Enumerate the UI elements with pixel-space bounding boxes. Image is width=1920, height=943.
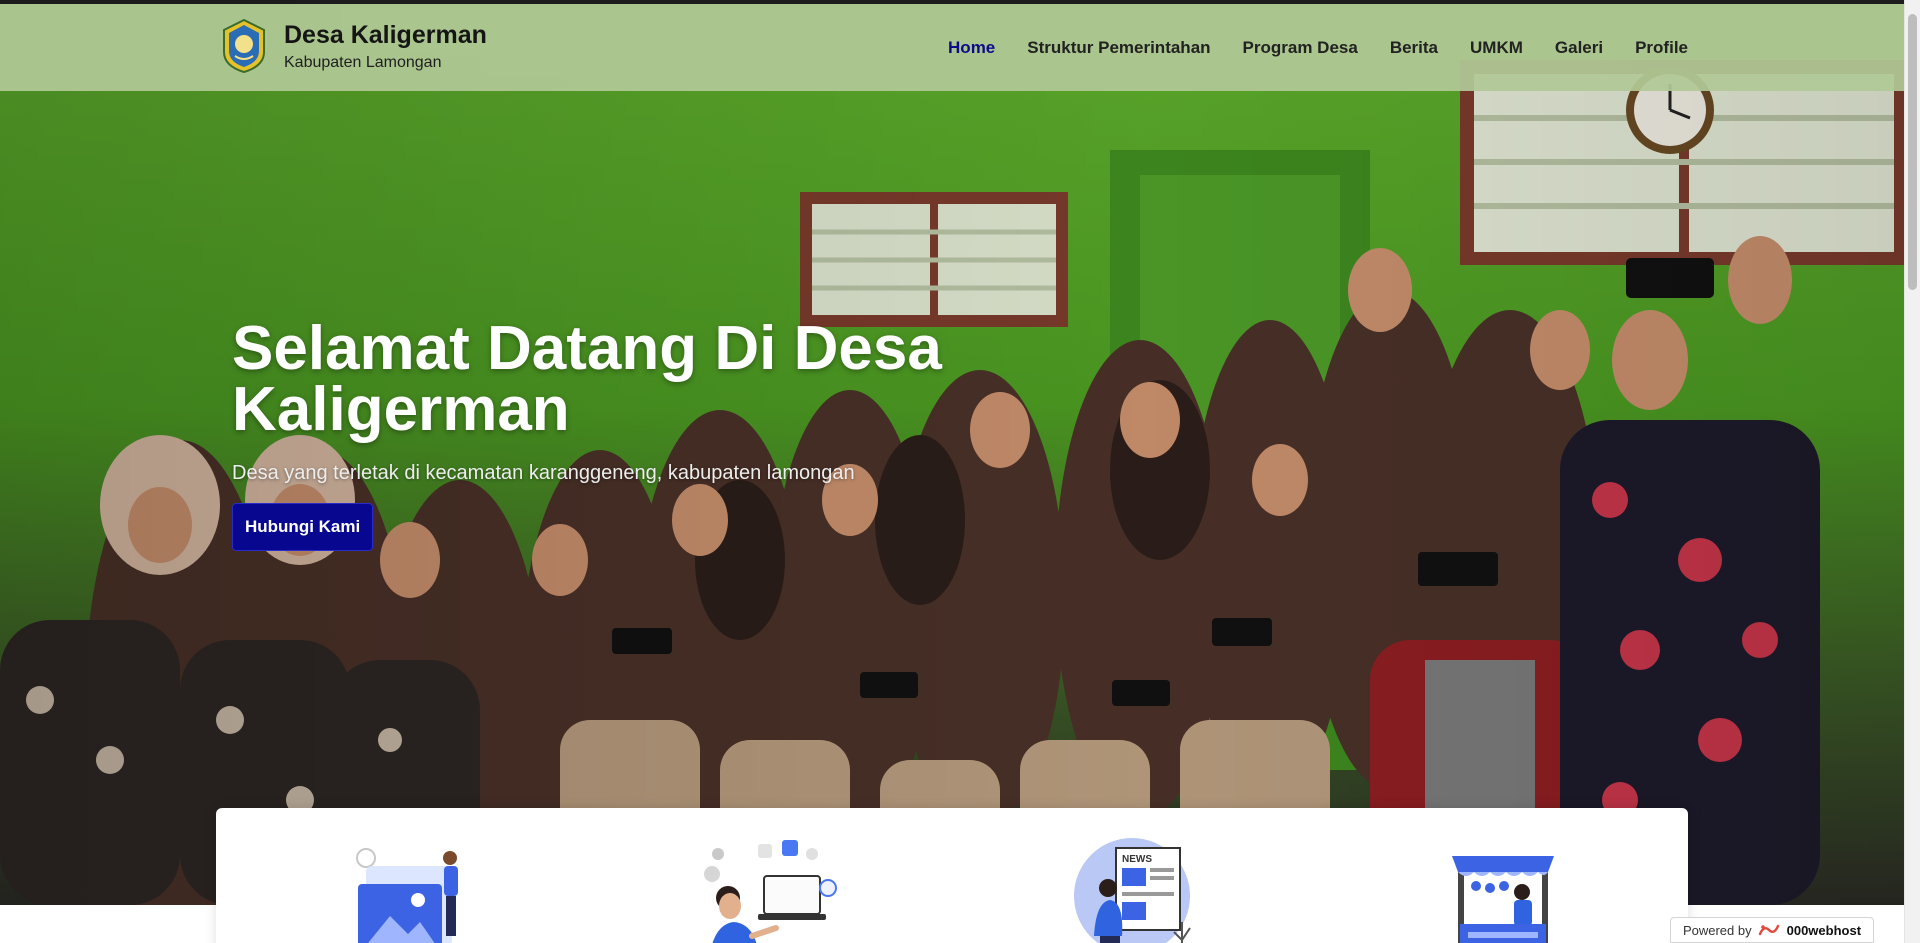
powered-by-label: Powered by: [1682, 922, 1752, 938]
svg-text:NEWS: NEWS: [1122, 854, 1152, 865]
powered-by-badge[interactable]: Powered by 000webhost: [1670, 917, 1874, 943]
host-logo-icon: [1758, 924, 1779, 936]
hero-content: Selamat Datang Di Desa Kaligerman Desa y…: [232, 318, 992, 551]
news-illustration-icon[interactable]: NEWS: [1070, 836, 1200, 943]
market-stall-illustration-icon[interactable]: [1440, 836, 1570, 943]
nav-umkm[interactable]: UMKM: [1470, 38, 1523, 58]
services-card: NEWS: [216, 808, 1688, 943]
site-title: Desa Kaligerman: [284, 21, 487, 49]
main-nav: Home Struktur Pemerintahan Program Desa …: [916, 38, 1688, 58]
nav-home[interactable]: Home: [948, 38, 995, 58]
scrollbar-thumb[interactable]: [1908, 14, 1917, 290]
site-subtitle: Kabupaten Lamongan: [284, 54, 442, 71]
hero-title: Selamat Datang Di Desa Kaligerman: [232, 318, 992, 441]
contact-us-button[interactable]: Hubungi Kami: [232, 503, 374, 551]
hero-title-line-1: Selamat Datang Di Desa: [232, 314, 942, 383]
digital-services-illustration-icon[interactable]: [700, 836, 840, 943]
nav-struktur-pemerintahan[interactable]: Struktur Pemerintahan: [1027, 38, 1210, 58]
hero-title-line-2: Kaligerman: [232, 375, 570, 444]
brand[interactable]: Desa Kaligerman Kabupaten Lamongan: [220, 18, 487, 74]
nav-program-desa[interactable]: Program Desa: [1243, 38, 1358, 58]
hero-description: Desa yang terletak di kecamatan karangge…: [232, 462, 855, 484]
regency-logo-icon: [223, 18, 265, 74]
page-scrollbar[interactable]: [1904, 0, 1920, 943]
nav-berita[interactable]: Berita: [1390, 38, 1438, 58]
gallery-illustration-icon[interactable]: [346, 836, 476, 943]
host-name: 000webhost: [1786, 922, 1862, 938]
navbar: Desa Kaligerman Kabupaten Lamongan Home …: [0, 4, 1904, 91]
nav-galeri[interactable]: Galeri: [1555, 38, 1603, 58]
browser-top-edge: [0, 0, 1920, 4]
nav-profile[interactable]: Profile: [1635, 38, 1688, 58]
